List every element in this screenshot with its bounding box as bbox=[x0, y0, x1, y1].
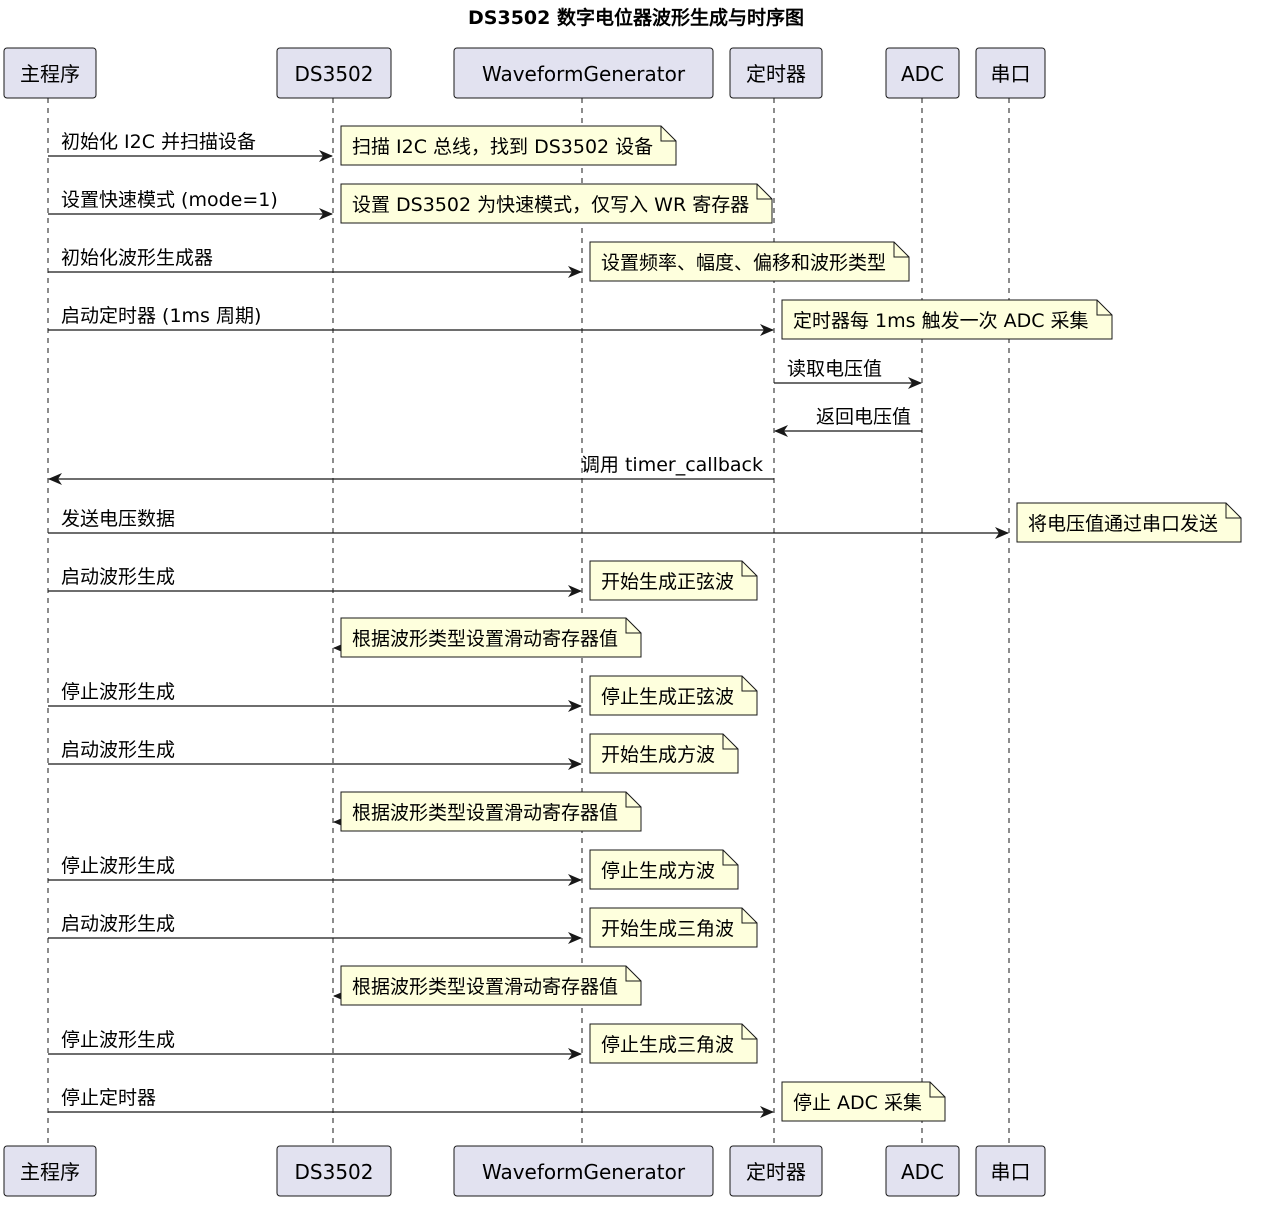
note-13: 根据波形类型设置滑动寄存器值 bbox=[340, 791, 642, 832]
participant-timer-top: 定时器 bbox=[729, 47, 823, 99]
participant-uart-top: 串口 bbox=[975, 47, 1046, 99]
participants-top: 主程序 DS3502 WaveformGenerator 定时器 ADC 串口 bbox=[3, 47, 1046, 99]
note-1: 扫描 I2C 总线，找到 DS3502 设备 bbox=[340, 125, 677, 166]
sequence-diagram: DS3502 数字电位器波形生成与时序图 主程序 DS3502 WaveformGe… bbox=[3, 6, 1242, 1197]
participant-label: DS3502 bbox=[295, 62, 374, 86]
note-18: 停止 ADC 采集 bbox=[781, 1081, 946, 1122]
note-text: 设置频率、幅度、偏移和波形类型 bbox=[601, 252, 886, 274]
message-label: 启动定时器 (1ms 周期) bbox=[61, 305, 261, 327]
participant-label: 主程序 bbox=[20, 62, 80, 86]
message-15: 启动波形生成 bbox=[48, 913, 582, 944]
diagram-title: DS3502 数字电位器波形生成与时序图 bbox=[468, 6, 804, 29]
message-label: 启动波形生成 bbox=[61, 913, 175, 935]
note-text: 开始生成三角波 bbox=[601, 918, 734, 940]
note-4: 定时器每 1ms 触发一次 ADC 采集 bbox=[781, 299, 1113, 340]
participant-label: WaveformGenerator bbox=[482, 62, 686, 86]
message-12: 启动波形生成 bbox=[48, 739, 582, 770]
participant-uart-bottom: 串口 bbox=[975, 1145, 1046, 1197]
note-16: 根据波形类型设置滑动寄存器值 bbox=[340, 965, 642, 1006]
participant-label: 主程序 bbox=[20, 1160, 80, 1184]
note-text: 停止 ADC 采集 bbox=[793, 1092, 922, 1114]
message-4: 启动定时器 (1ms 周期) bbox=[48, 305, 774, 336]
participant-main-bottom: 主程序 bbox=[3, 1145, 97, 1197]
note-10: 根据波形类型设置滑动寄存器值 bbox=[340, 617, 642, 658]
note-3: 设置频率、幅度、偏移和波形类型 bbox=[589, 241, 910, 282]
participant-wavegen-bottom: WaveformGenerator bbox=[453, 1145, 714, 1197]
message-3: 初始化波形生成器 bbox=[48, 247, 582, 278]
message-label: 停止波形生成 bbox=[61, 1029, 175, 1051]
note-text: 开始生成方波 bbox=[601, 744, 715, 766]
note-text: 根据波形类型设置滑动寄存器值 bbox=[352, 802, 618, 824]
note-text: 停止生成方波 bbox=[601, 860, 715, 882]
message-9: 启动波形生成 bbox=[48, 566, 582, 597]
participant-adc-bottom: ADC bbox=[885, 1145, 960, 1197]
message-17: 停止波形生成 bbox=[48, 1029, 582, 1060]
message-label: 发送电压数据 bbox=[61, 508, 175, 530]
notes: 扫描 I2C 总线，找到 DS3502 设备设置 DS3502 为快速模式，仅写… bbox=[340, 125, 1242, 1122]
message-label: 停止波形生成 bbox=[61, 681, 175, 703]
participant-adc-top: ADC bbox=[885, 47, 960, 99]
message-label: 设置快速模式 (mode=1) bbox=[61, 189, 278, 211]
message-label: 读取电压值 bbox=[787, 358, 882, 380]
participant-label: DS3502 bbox=[295, 1160, 374, 1184]
participant-label: 定时器 bbox=[746, 1160, 806, 1184]
note-text: 根据波形类型设置滑动寄存器值 bbox=[352, 976, 618, 998]
participant-label: 定时器 bbox=[746, 62, 806, 86]
message-11: 停止波形生成 bbox=[48, 681, 582, 712]
note-text: 停止生成三角波 bbox=[601, 1034, 734, 1056]
note-15: 开始生成三角波 bbox=[589, 907, 758, 948]
note-text: 设置 DS3502 为快速模式，仅写入 WR 寄存器 bbox=[352, 194, 749, 216]
participant-wavegen-top: WaveformGenerator bbox=[453, 47, 714, 99]
participant-label: 串口 bbox=[991, 62, 1031, 86]
participant-ds3502-bottom: DS3502 bbox=[276, 1145, 392, 1197]
participant-label: ADC bbox=[901, 62, 944, 86]
participant-main-top: 主程序 bbox=[3, 47, 97, 99]
message-label: 启动波形生成 bbox=[61, 739, 175, 761]
participants-bottom: 主程序 DS3502 WaveformGenerator 定时器 ADC 串口 bbox=[3, 1145, 1046, 1197]
note-2: 设置 DS3502 为快速模式，仅写入 WR 寄存器 bbox=[340, 183, 773, 224]
message-label: 停止定时器 bbox=[61, 1087, 156, 1109]
note-text: 将电压值通过串口发送 bbox=[1028, 513, 1218, 535]
participant-ds3502-top: DS3502 bbox=[276, 47, 392, 99]
note-8: 将电压值通过串口发送 bbox=[1016, 502, 1242, 543]
note-text: 开始生成正弦波 bbox=[601, 571, 734, 593]
note-9: 开始生成正弦波 bbox=[589, 560, 758, 601]
message-label: 停止波形生成 bbox=[61, 855, 175, 877]
note-12: 开始生成方波 bbox=[589, 733, 739, 774]
note-text: 扫描 I2C 总线，找到 DS3502 设备 bbox=[352, 136, 653, 158]
message-5: 读取电压值 bbox=[774, 358, 922, 389]
message-8: 发送电压数据 bbox=[48, 508, 1009, 539]
participant-label: WaveformGenerator bbox=[482, 1160, 686, 1184]
note-text: 定时器每 1ms 触发一次 ADC 采集 bbox=[793, 310, 1089, 332]
message-label: 启动波形生成 bbox=[61, 566, 175, 588]
participant-timer-bottom: 定时器 bbox=[729, 1145, 823, 1197]
message-18: 停止定时器 bbox=[48, 1087, 774, 1118]
note-11: 停止生成正弦波 bbox=[589, 675, 758, 716]
message-7: 调用 timer_callback bbox=[48, 454, 774, 485]
message-label: 返回电压值 bbox=[816, 406, 911, 428]
note-text: 停止生成正弦波 bbox=[601, 686, 734, 708]
message-2: 设置快速模式 (mode=1) bbox=[48, 189, 333, 220]
note-14: 停止生成方波 bbox=[589, 849, 739, 890]
message-1: 初始化 I2C 并扫描设备 bbox=[48, 131, 333, 162]
message-14: 停止波形生成 bbox=[48, 855, 582, 886]
participant-label: ADC bbox=[901, 1160, 944, 1184]
participant-label: 串口 bbox=[991, 1160, 1031, 1184]
note-17: 停止生成三角波 bbox=[589, 1023, 758, 1064]
message-label: 初始化 I2C 并扫描设备 bbox=[61, 131, 256, 153]
message-label: 初始化波形生成器 bbox=[61, 247, 213, 269]
message-label: 调用 timer_callback bbox=[581, 454, 763, 476]
message-6: 返回电压值 bbox=[774, 406, 922, 437]
note-text: 根据波形类型设置滑动寄存器值 bbox=[352, 628, 618, 650]
